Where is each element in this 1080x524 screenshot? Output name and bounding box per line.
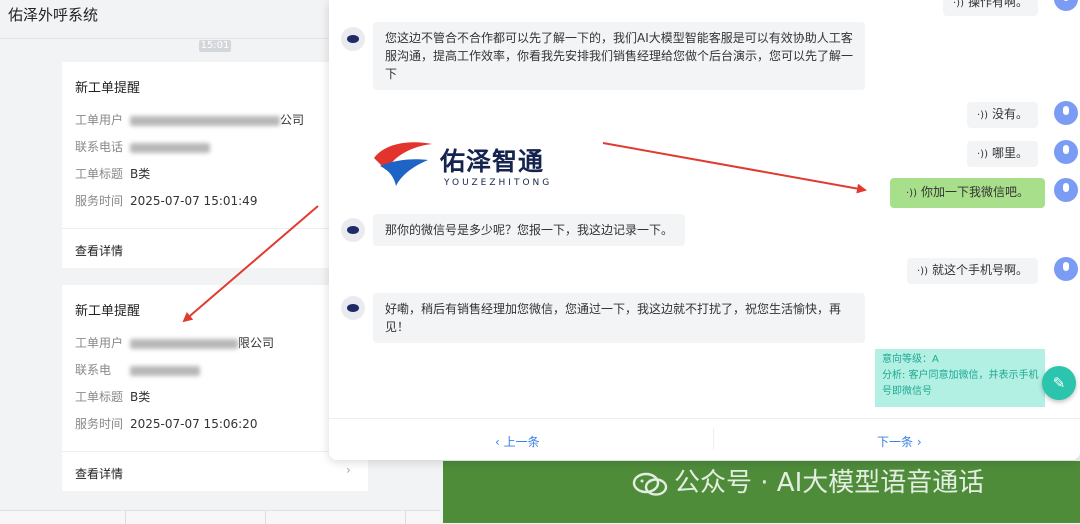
app-title: 佑泽外呼系统 — [8, 6, 99, 24]
intent-analysis-box: 意向等级：A 分析: 客户同意加微信，并表示手机号即微信号 — [875, 349, 1045, 407]
bot-avatar — [341, 218, 365, 242]
ticket-subject-value: B类 — [130, 390, 151, 404]
ticket-card: 新工单提醒 工单用户 公司 联系电话 工单标题 B类 服务时间 2025-07-07 … — [62, 62, 368, 268]
user-avatar — [1054, 140, 1078, 164]
chevron-left-icon: ‹ — [495, 435, 504, 449]
voice-icon[interactable]: ·)) — [917, 266, 928, 277]
user-message: ·)) 操作有啊。 — [943, 0, 1038, 16]
voice-icon[interactable]: ·)) — [906, 188, 917, 199]
ticket-time-label: 服务时间 — [75, 194, 124, 208]
view-detail-link[interactable]: 查看详情 — [75, 465, 123, 482]
message-text: 操作有啊。 — [967, 0, 1028, 9]
voice-icon[interactable]: ·)) — [953, 0, 964, 9]
ticket-user-value: 限公司 — [238, 336, 275, 350]
ticket-time-row: 服务时间 2025-07-07 15:06:20 — [75, 415, 257, 432]
ticket-user-label: 工单用户 — [75, 336, 124, 350]
user-message: ·)) 就这个手机号啊。 — [907, 258, 1038, 284]
ticket-user-row: 工单用户 公司 — [75, 111, 304, 128]
divider — [265, 511, 266, 524]
message-text: 就这个手机号啊。 — [931, 263, 1028, 277]
logo-text-en: YOUZEZHITONG — [444, 178, 553, 188]
logo-text-cn: 佑泽智通 — [440, 147, 545, 176]
bottom-tabs — [0, 510, 440, 524]
ticket-user-value: 公司 — [280, 113, 305, 127]
chat-dialog: ·)) 操作有啊。 您这边不管合不合作都可以先了解一下的，我们AI大模型智能客服是… — [329, 0, 1080, 460]
ticket-time-value: 2025-07-07 15:01:49 — [130, 194, 258, 208]
ticket-subject-row: 工单标题 B类 — [75, 388, 150, 405]
blurred-text — [130, 142, 210, 153]
view-detail-link[interactable]: 查看详情 — [75, 242, 123, 259]
user-message: ·)) 没有。 — [967, 102, 1038, 128]
divider — [62, 228, 368, 229]
card-title: 新工单提醒 — [75, 81, 141, 96]
ticket-time-label: 服务时间 — [75, 417, 124, 431]
watermark: 公众号 · AI大模型语音通话 — [632, 462, 984, 499]
chevron-right-icon: › — [913, 435, 922, 449]
divider — [405, 511, 406, 524]
user-avatar — [1054, 178, 1078, 202]
prev-label: 上一条 — [503, 435, 540, 449]
next-label: 下一条 — [877, 435, 914, 449]
ticket-phone-label: 联系电 — [75, 363, 112, 377]
divider — [62, 451, 368, 452]
blurred-text — [130, 338, 238, 349]
ticket-user-row: 工单用户 限公司 — [75, 334, 274, 351]
ticket-time-row: 服务时间 2025-07-07 15:01:49 — [75, 192, 257, 209]
divider — [713, 428, 714, 450]
ticket-phone-label: 联系电话 — [75, 140, 124, 154]
blurred-text — [130, 365, 200, 376]
youze-logo: 佑泽智通 YOUZEZHITONG — [372, 136, 572, 191]
bot-message: 好嘞，稍后有销售经理加您微信，您通过一下，我这边就不打扰了，祝您生活愉快，再见！ — [373, 293, 865, 343]
message-text: 没有。 — [991, 107, 1028, 121]
logo-mark-icon — [374, 142, 432, 186]
user-avatar — [1054, 0, 1078, 11]
message-text: 你加一下我微信吧。 — [920, 185, 1029, 199]
time-chip: 15:01 — [199, 40, 231, 52]
user-avatar — [1054, 257, 1078, 281]
divider — [125, 511, 126, 524]
message-text: 哪里。 — [991, 146, 1028, 160]
user-message: ·)) 哪里。 — [967, 141, 1038, 167]
bot-message: 那你的微信号是多少呢？您报一下，我这边记录一下。 — [373, 214, 686, 246]
chevron-right-icon[interactable]: › — [346, 463, 351, 477]
wechat-icon — [632, 472, 668, 496]
blurred-text — [130, 115, 280, 126]
bot-message: 您这边不管合不合作都可以先了解一下的，我们AI大模型智能客服是可以有效协助人工客… — [373, 22, 865, 90]
voice-icon[interactable]: ·)) — [977, 149, 988, 160]
divider — [329, 418, 1080, 419]
user-message-highlight: ·)) 你加一下我微信吧。 — [890, 178, 1045, 208]
watermark-text: 公众号 · AI大模型语音通话 — [674, 468, 985, 498]
ticket-subject-label: 工单标题 — [75, 390, 124, 404]
user-avatar — [1054, 101, 1078, 125]
bot-avatar — [341, 27, 365, 51]
voice-icon[interactable]: ·)) — [977, 110, 988, 121]
card-title: 新工单提醒 — [75, 304, 141, 319]
ticket-time-value: 2025-07-07 15:06:20 — [130, 417, 258, 431]
next-button[interactable]: 下一条 › — [877, 433, 922, 450]
ticket-subject-row: 工单标题 B类 — [75, 165, 150, 182]
prev-button[interactable]: ‹ 上一条 — [495, 433, 540, 450]
ticket-subject-value: B类 — [130, 167, 151, 181]
ticket-subject-label: 工单标题 — [75, 167, 124, 181]
ticket-phone-row: 联系电 — [75, 361, 200, 378]
ticket-phone-row: 联系电话 — [75, 138, 210, 155]
intent-detail: 分析: 客户同意加微信，并表示手机号即微信号 — [882, 370, 1039, 397]
ticket-user-label: 工单用户 — [75, 113, 124, 127]
bot-avatar — [341, 296, 365, 320]
ticket-card: 新工单提醒 工单用户 限公司 联系电 工单标题 B类 服务时间 2025-07-07 … — [62, 285, 368, 491]
intent-level: 意向等级：A — [882, 354, 939, 365]
wrench-icon[interactable]: ✎ — [1042, 366, 1076, 400]
